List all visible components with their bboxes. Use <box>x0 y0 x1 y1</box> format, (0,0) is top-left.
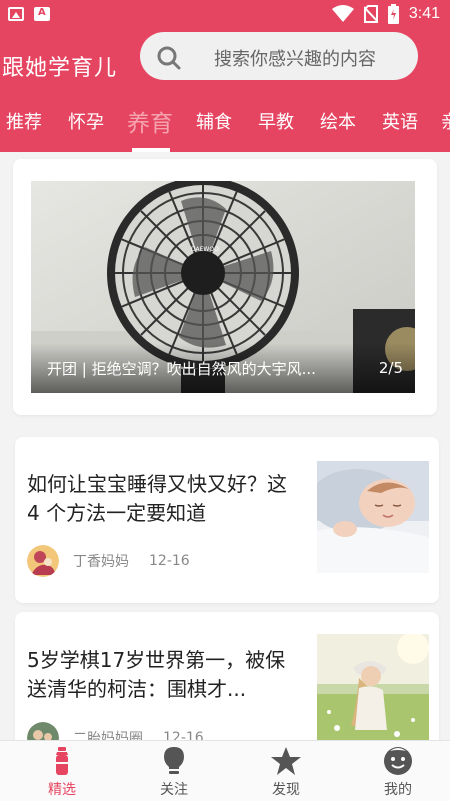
banner-caption: 开团 | 拒绝空调？吹出自然风的大宇风... <box>47 360 316 378</box>
clock: 3:41 <box>408 5 440 22</box>
nav-label: 发现 <box>272 782 300 798</box>
category-tabs: 推荐 怀孕 养育 辅食 早教 绘本 英语 亲 <box>0 104 450 152</box>
tab-picture-books[interactable]: 绘本 <box>320 108 356 134</box>
article-meta: 丁香妈妈 12-16 <box>27 545 190 577</box>
lightbulb-icon <box>164 747 184 774</box>
article-thumbnail <box>317 634 429 746</box>
nav-discover[interactable]: 发现 <box>230 741 342 801</box>
nav-label: 我的 <box>384 782 412 798</box>
no-sim-icon <box>363 5 378 23</box>
banner-page-indicator: 2/5 <box>378 359 403 377</box>
bottom-navigation: 精选 关注 发现 我的 <box>0 740 450 801</box>
nav-label: 精选 <box>48 782 76 798</box>
article-card[interactable]: 如何让宝宝睡得又快又好？这 4 个方法一定要知道 丁香妈妈 12-16 <box>15 437 439 603</box>
girl-in-field-image <box>317 634 429 746</box>
tab-parenting[interactable]: 养育 <box>127 104 173 138</box>
banner-carousel[interactable]: DAEWOO 开团 | 拒绝空调？吹出自然风的大宇风... 2/5 <box>31 181 415 393</box>
status-bar: 3:41 <box>0 0 450 30</box>
app-title: 跟她学育儿 <box>2 56 118 81</box>
article-thumbnail <box>317 461 429 573</box>
battery-icon <box>387 4 399 24</box>
tab-early-education[interactable]: 早教 <box>258 108 294 134</box>
bottle-icon <box>56 747 68 775</box>
search-bar[interactable]: 搜索你感兴趣的内容 <box>140 32 418 80</box>
nav-featured[interactable]: 精选 <box>6 741 118 801</box>
author-avatar[interactable] <box>27 545 59 577</box>
tab-pregnancy[interactable]: 怀孕 <box>68 108 104 134</box>
active-tab-indicator <box>132 148 170 152</box>
tab-recommend[interactable]: 推荐 <box>6 108 42 134</box>
avatar-image <box>27 545 59 577</box>
banner-card: DAEWOO 开团 | 拒绝空调？吹出自然风的大宇风... 2/5 <box>13 159 437 415</box>
search-placeholder: 搜索你感兴趣的内容 <box>214 49 376 70</box>
tab-baby-food[interactable]: 辅食 <box>196 108 232 134</box>
article-title: 5岁学棋17岁世界第一，被保送清华的柯洁：围棋才... <box>27 648 286 701</box>
article-date: 12-16 <box>149 553 190 569</box>
nav-following[interactable]: 关注 <box>118 741 230 801</box>
tab-more[interactable]: 亲 <box>441 108 450 134</box>
sleeping-baby-image <box>317 461 429 573</box>
search-icon <box>157 46 181 70</box>
app-header: 跟她学育儿 搜索你感兴趣的内容 推荐 怀孕 养育 辅食 早教 绘本 英语 亲 <box>0 30 450 152</box>
tab-english[interactable]: 英语 <box>382 108 418 134</box>
wifi-icon <box>331 5 354 22</box>
star-icon <box>271 747 301 775</box>
nav-label: 关注 <box>160 782 188 798</box>
app-notification-icon <box>34 7 50 21</box>
image-notification-icon <box>8 7 24 21</box>
fan-brand-text: DAEWOO <box>191 246 219 253</box>
article-title: 如何让宝宝睡得又快又好？这 4 个方法一定要知道 <box>27 472 287 525</box>
face-icon <box>384 747 412 775</box>
author-name: 丁香妈妈 <box>73 554 129 570</box>
nav-profile[interactable]: 我的 <box>342 741 450 801</box>
